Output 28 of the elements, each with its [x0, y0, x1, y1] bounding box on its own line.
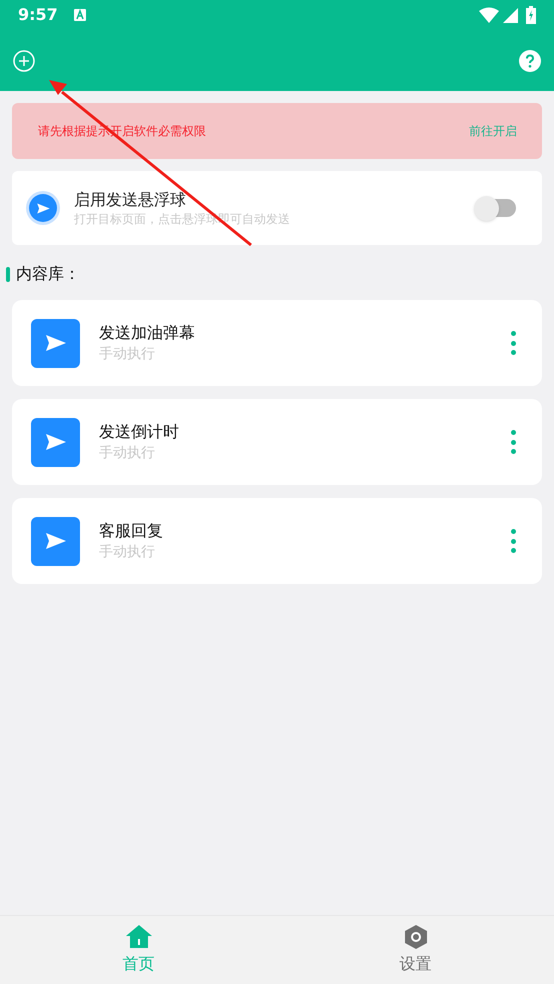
section-marker [6, 266, 10, 282]
signal-icon [503, 8, 518, 22]
wifi-icon [479, 7, 499, 23]
card-title: 发送倒计时 [99, 421, 180, 443]
home-icon [124, 924, 152, 950]
card-subtitle: 手动执行 [99, 543, 156, 562]
card-subtitle: 手动执行 [99, 444, 156, 463]
content-card[interactable]: 客服回复 手动执行 [12, 498, 542, 584]
content-card[interactable]: 发送倒计时 手动执行 [12, 399, 542, 485]
card-subtitle: 手动执行 [99, 345, 156, 364]
plus-icon [13, 50, 35, 72]
more-button[interactable] [510, 331, 516, 355]
content-card[interactable]: 发送加油弹幕 手动执行 [12, 300, 542, 386]
more-button[interactable] [510, 529, 516, 553]
send-icon [36, 200, 50, 216]
section-title: 内容库： [16, 263, 80, 285]
help-button[interactable] [519, 50, 541, 72]
nav-tab[interactable]: 设置 [277, 916, 554, 984]
card-title: 客服回复 [99, 520, 164, 542]
floating-ball-title: 启用发送悬浮球 [74, 188, 187, 210]
more-button[interactable] [510, 430, 516, 454]
card-title: 发送加油弹幕 [99, 322, 196, 344]
battery-icon [526, 6, 536, 24]
add-button[interactable] [13, 50, 35, 72]
notification-icon [74, 9, 86, 21]
status-time: 9:57 [18, 4, 58, 26]
floating-ball-switch[interactable] [474, 195, 516, 221]
settings-icon [402, 924, 428, 950]
